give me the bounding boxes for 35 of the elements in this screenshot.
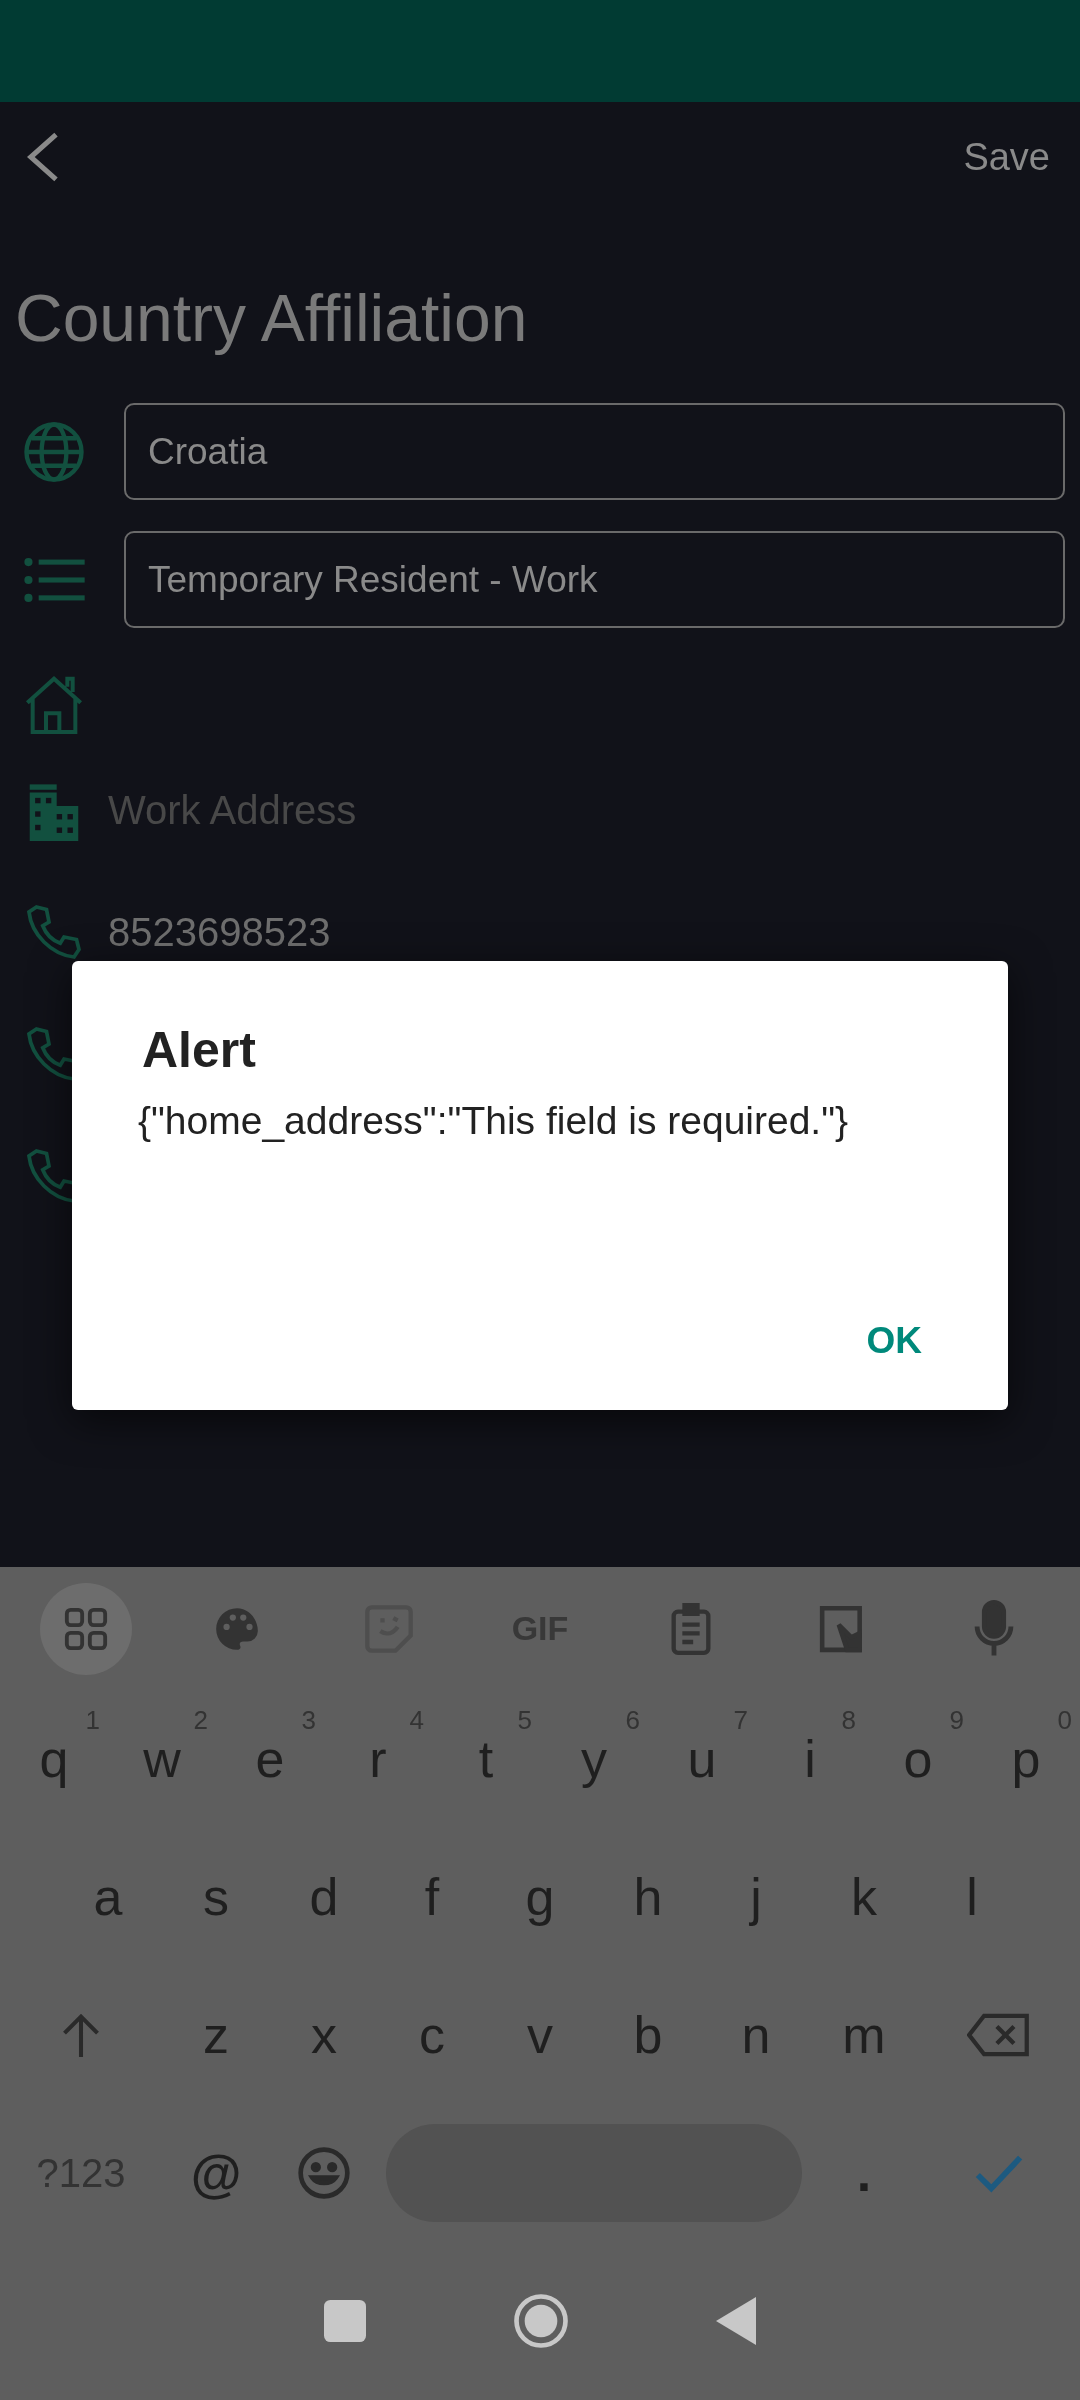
key[interactable]: s [162, 1837, 270, 1957]
key[interactable]: v [486, 1975, 594, 2095]
key[interactable]: c [378, 1975, 486, 2095]
phone-icon [24, 902, 84, 962]
key[interactable]: l [918, 1837, 1026, 1957]
key[interactable]: z [162, 1975, 270, 2095]
key[interactable]: x [270, 1975, 378, 2095]
key[interactable]: g [486, 1837, 594, 1957]
microphone-icon[interactable] [974, 1599, 1015, 1658]
key[interactable]: @ [162, 2113, 270, 2233]
check-key[interactable] [974, 2153, 1024, 2193]
emoji-key[interactable] [296, 2145, 352, 2201]
key[interactable]: d [270, 1837, 378, 1957]
dialog-message: {"home_address":"This field is required."} [138, 1099, 850, 1143]
input-field[interactable]: 8523698523 [108, 909, 331, 955]
key[interactable]: j [702, 1837, 810, 1957]
key[interactable]: b [594, 1975, 702, 2095]
backspace-key[interactable] [967, 2012, 1031, 2058]
back-nav-icon[interactable] [716, 2297, 757, 2345]
dialog-title: Alert [142, 1021, 257, 1079]
input-field[interactable]: Temporary Resident - Work [124, 531, 1065, 628]
key[interactable]: f [378, 1837, 486, 1957]
page-title: Country Affiliation [15, 280, 529, 357]
key[interactable]: m [810, 1975, 918, 2095]
key[interactable]: . [810, 2113, 918, 2233]
list-icon [23, 556, 85, 603]
save-button[interactable]: Save [963, 135, 1050, 179]
recents-icon[interactable] [323, 2300, 366, 2342]
key[interactable]: n [702, 1975, 810, 2095]
key[interactable]: k [810, 1837, 918, 1957]
key[interactable]: h [594, 1837, 702, 1957]
ok-button[interactable]: OK [846, 1310, 942, 1372]
key[interactable]: a [54, 1837, 162, 1957]
home-button-icon[interactable] [513, 2293, 569, 2349]
input-field[interactable]: Croatia [124, 403, 1065, 500]
